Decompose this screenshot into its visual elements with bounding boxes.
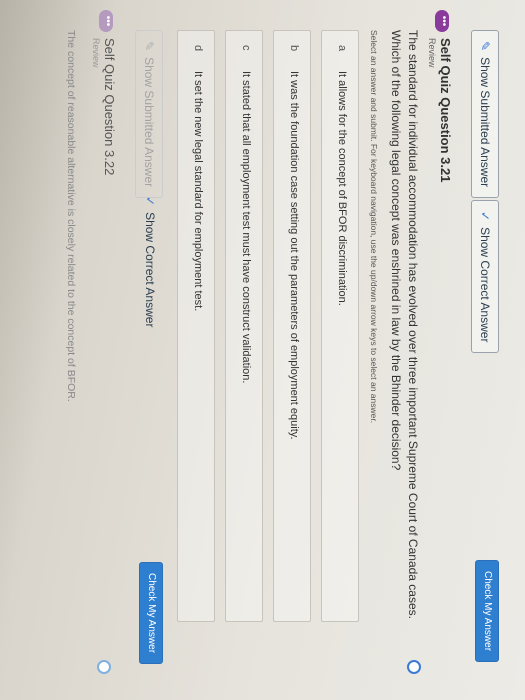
- option-text: It set the new legal standard for employ…: [192, 71, 204, 312]
- next-question-status: Review: [91, 38, 101, 68]
- option-letter: c: [240, 45, 252, 51]
- question-title: Self Quiz Question 3.21: [438, 38, 453, 183]
- show-correct-answer-button-bottom[interactable]: ✓Show Correct Answer: [137, 186, 163, 337]
- answer-option-c[interactable]: c It stated that all employment test mus…: [225, 30, 263, 622]
- photo-background: ✎Show Submitted Answer ✓Show Correct Ans…: [0, 0, 525, 700]
- option-text: It allows for the concept of BFOR discri…: [336, 71, 348, 306]
- option-text: It stated that all employment test must …: [240, 71, 252, 384]
- next-question-title: Self Quiz Question 3.22: [102, 38, 117, 176]
- option-letter: a: [336, 45, 348, 52]
- question-text: The standard for individual accommodatio…: [389, 30, 420, 619]
- check-circle-icon: ✓: [478, 211, 492, 222]
- answer-option-b[interactable]: b It was the foundation case setting out…: [273, 30, 311, 622]
- next-question-text: The concept of reasonable alternative is…: [65, 30, 77, 402]
- option-letter: b: [288, 45, 300, 52]
- check-circle-icon: ✓: [143, 196, 157, 207]
- pencil-icon: ✎: [478, 41, 492, 52]
- question-status-icon: •••: [435, 10, 449, 32]
- question-hint: Select an answer and submit. For keyboar…: [369, 30, 379, 424]
- option-text: It was the foundation case setting out t…: [288, 71, 300, 440]
- pencil-icon: ✎: [142, 41, 156, 52]
- next-question-info-radio[interactable]: [97, 660, 111, 674]
- check-my-answer-button-top[interactable]: Check My Answer: [475, 560, 499, 663]
- quiz-page: ✎Show Submitted Answer ✓Show Correct Ans…: [0, 0, 525, 690]
- show-correct-answer-button[interactable]: ✓Show Correct Answer: [471, 200, 499, 354]
- question-info-radio[interactable]: [407, 660, 421, 674]
- next-question-status-icon: •••: [99, 10, 113, 32]
- show-submitted-answer-button-bottom[interactable]: ✎Show Submitted Answer: [135, 30, 163, 199]
- show-submitted-answer-button[interactable]: ✎Show Submitted Answer: [471, 30, 499, 199]
- answer-option-a[interactable]: a It allows for the concept of BFOR disc…: [321, 30, 359, 622]
- question-status: Review: [427, 38, 437, 68]
- check-my-answer-button-bottom[interactable]: Check My Answer: [139, 562, 163, 665]
- answer-option-d[interactable]: d It set the new legal standard for empl…: [177, 30, 215, 622]
- option-letter: d: [192, 45, 204, 52]
